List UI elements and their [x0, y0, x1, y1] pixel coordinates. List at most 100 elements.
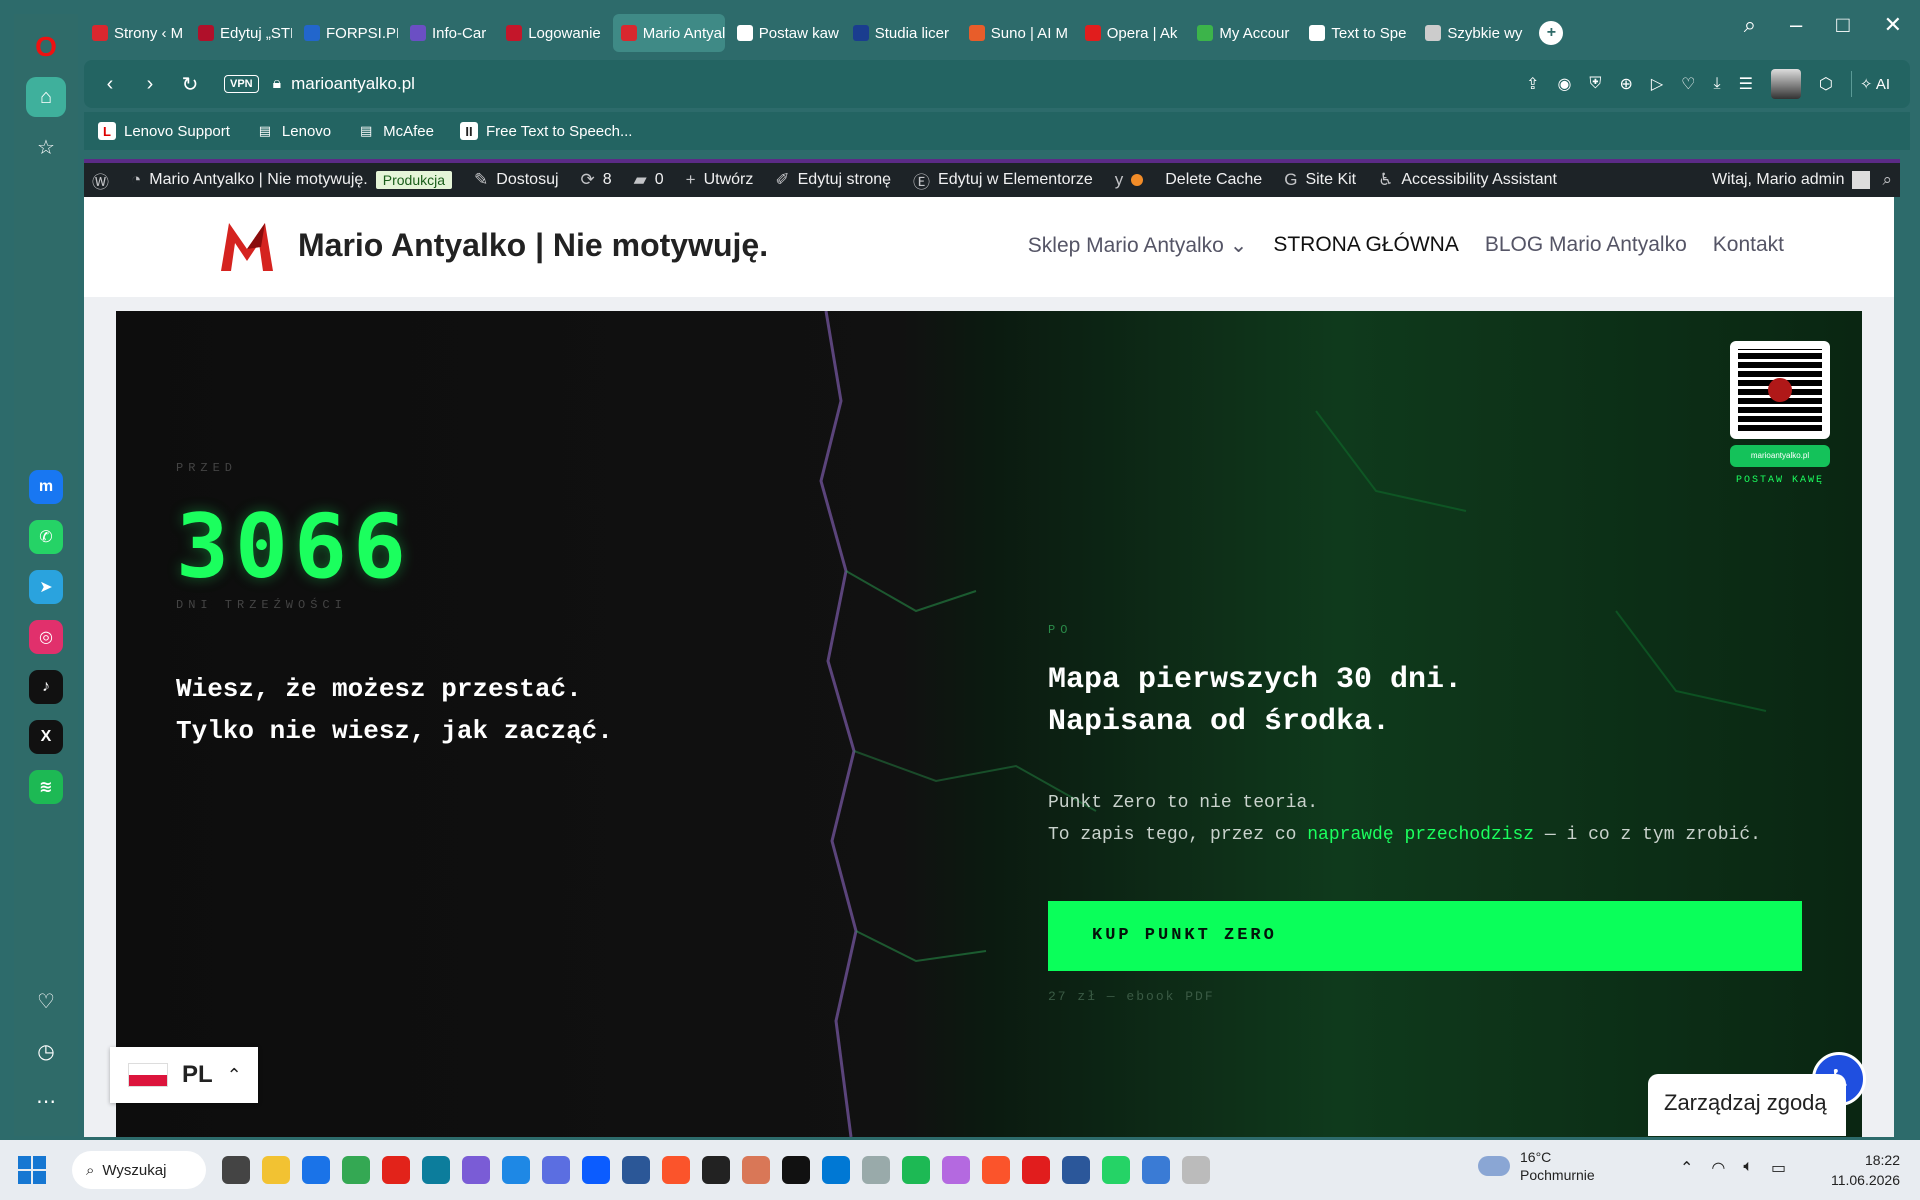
instagram-icon[interactable]: ◎	[29, 620, 63, 654]
menu-item-shop[interactable]: Sklep Mario Antyalko ⌄	[1028, 233, 1248, 258]
task-view-icon[interactable]	[222, 1156, 250, 1184]
back-button[interactable]: ‹	[96, 73, 124, 96]
settings-icon[interactable]: ☰	[1739, 74, 1753, 94]
player-icon[interactable]: ▷	[1651, 74, 1663, 94]
wp-new[interactable]: + Utwórz	[686, 170, 754, 190]
ai-button[interactable]: ✧ AI	[1850, 71, 1898, 97]
maximize-button[interactable]: □	[1836, 12, 1849, 38]
language-switcher[interactable]: PL ⌃	[110, 1047, 258, 1103]
app-icon[interactable]	[862, 1156, 890, 1184]
wp-customize[interactable]: ✎ Dostosuj	[474, 170, 559, 190]
translate-icon[interactable]: ⊕	[1619, 74, 1632, 94]
coffee-qr-widget[interactable]: marioantyalko.pl POSTAW KAWĘ	[1730, 341, 1830, 486]
opera-icon[interactable]	[1022, 1156, 1050, 1184]
telegram-icon[interactable]: ➤	[29, 570, 63, 604]
heart-icon[interactable]: ♡	[26, 981, 66, 1021]
brave-icon[interactable]	[982, 1156, 1010, 1184]
forward-button[interactable]: ›	[136, 73, 164, 96]
wifi-icon[interactable]: ◠	[1711, 1158, 1725, 1178]
browser-tab[interactable]: Mario Antyalko - Tr	[612, 14, 725, 52]
profile-avatar[interactable]	[1770, 69, 1801, 99]
weather-widget[interactable]: 16°C Pochmurnie	[1478, 1148, 1595, 1184]
minimize-button[interactable]: –	[1790, 12, 1802, 38]
tiktok-icon[interactable]: ♪	[29, 670, 63, 704]
zoom-icon[interactable]	[582, 1156, 610, 1184]
taskbar-search[interactable]: ⌕ Wyszukaj	[72, 1151, 206, 1189]
opera-logo-icon[interactable]: O	[26, 27, 66, 67]
file-explorer-icon[interactable]	[262, 1156, 290, 1184]
bookmark-item[interactable]: ▤ Lenovo	[256, 122, 331, 140]
search-tabs-icon[interactable]: ⌕	[1744, 12, 1756, 38]
wp-updates[interactable]: ⟳ 8	[581, 170, 612, 190]
bookmark-item[interactable]: II Free Text to Speech...	[460, 122, 632, 140]
wp-edit-page[interactable]: ✐ Edytuj stronę	[775, 170, 891, 190]
battery-icon[interactable]: ▭	[1771, 1158, 1786, 1178]
wp-comments[interactable]: ▰ 0	[634, 170, 664, 190]
spotify-icon[interactable]: ≋	[29, 770, 63, 804]
browser-tab[interactable]: Strony ‹ M	[84, 14, 186, 52]
browser-tab[interactable]: Opera | Ak	[1077, 14, 1186, 52]
manage-consent-button[interactable]: Zarządzaj zgodą	[1648, 1074, 1846, 1136]
edge-icon[interactable]	[422, 1156, 450, 1184]
new-tab-button[interactable]: +	[1539, 21, 1564, 45]
volume-icon[interactable]: 🔈︎	[1743, 1158, 1753, 1178]
vpn-badge[interactable]: VPN	[224, 75, 259, 93]
browser-tab[interactable]: Szybkie wy	[1417, 14, 1529, 52]
wp-delete-cache[interactable]: Delete Cache	[1165, 171, 1262, 189]
pinboard-icon[interactable]: ☆	[26, 127, 66, 167]
shield-icon[interactable]: ⛨	[1589, 75, 1601, 93]
x-twitter-icon[interactable]: X	[29, 720, 63, 754]
claude-icon[interactable]	[742, 1156, 770, 1184]
clock[interactable]: 18:22 11.06.2026	[1831, 1150, 1900, 1190]
buy-punkt-zero-button[interactable]: KUP PUNKT ZERO	[1048, 901, 1802, 971]
terminal-icon[interactable]	[782, 1156, 810, 1184]
chevron-up-icon[interactable]: ⌃	[1680, 1158, 1693, 1178]
chatgpt-icon[interactable]	[702, 1156, 730, 1184]
browser-tab[interactable]: Logowanie	[498, 14, 609, 52]
browser-tab[interactable]: Text to Spe	[1301, 14, 1413, 52]
browser-tab[interactable]: Studia licer	[845, 14, 957, 52]
wp-account[interactable]: Witaj, Mario admin	[1712, 171, 1871, 189]
wp-yoast[interactable]: y	[1115, 170, 1144, 190]
favorites-icon[interactable]: ♡	[1681, 74, 1695, 94]
messenger-icon[interactable]: m	[29, 470, 63, 504]
copilot-icon[interactable]	[502, 1156, 530, 1184]
spotify-icon[interactable]	[902, 1156, 930, 1184]
home-icon[interactable]: ⌂	[26, 77, 66, 117]
store-icon[interactable]	[622, 1156, 650, 1184]
site-logo[interactable]	[219, 219, 275, 273]
close-button[interactable]: ✕	[1884, 12, 1902, 38]
menu-item-home[interactable]: STRONA GŁÓWNA	[1273, 233, 1459, 258]
site-title[interactable]: Mario Antyalko | Nie motywuję.	[298, 227, 768, 264]
browser-tab[interactable]: Info-Car	[402, 14, 494, 52]
outlook-icon[interactable]	[302, 1156, 330, 1184]
app-icon[interactable]	[942, 1156, 970, 1184]
windows-start-icon[interactable]	[18, 1156, 46, 1184]
lenovo-icon[interactable]	[382, 1156, 410, 1184]
bookmark-item[interactable]: ▤ McAfee	[357, 122, 434, 140]
word-icon[interactable]	[1062, 1156, 1090, 1184]
wp-edit-elementor[interactable]: Ⓔ Edytuj w Elementorze	[913, 168, 1093, 193]
search-icon[interactable]: ⌕	[1882, 170, 1892, 190]
menu-item-contact[interactable]: Kontakt	[1713, 233, 1784, 258]
wp-accessibility[interactable]: ♿︎ Accessibility Assistant	[1378, 170, 1557, 190]
wordpress-logo-icon[interactable]: Ⓦ	[92, 168, 109, 193]
menu-item-blog[interactable]: BLOG Mario Antyalko	[1485, 233, 1687, 258]
wp-site-name[interactable]: ◔ Mario Antyalko | Nie motywuję. Produkcja	[131, 170, 453, 190]
app-icon[interactable]	[822, 1156, 850, 1184]
chrome-icon[interactable]	[342, 1156, 370, 1184]
share-icon[interactable]: ⇪	[1526, 74, 1539, 94]
brave-icon[interactable]	[662, 1156, 690, 1184]
browser-tab[interactable]: My Accour	[1189, 14, 1297, 52]
wp-site-kit[interactable]: G Site Kit	[1284, 170, 1356, 190]
history-icon[interactable]: ◷	[26, 1031, 66, 1071]
whatsapp-icon[interactable]: ✆	[29, 520, 63, 554]
reload-button[interactable]: ↻	[176, 72, 204, 97]
kaspersky-icon[interactable]	[462, 1156, 490, 1184]
browser-tab[interactable]: Postaw kaw	[729, 14, 841, 52]
browser-tab[interactable]: FORPSI.PL	[296, 14, 398, 52]
photos-icon[interactable]	[1142, 1156, 1170, 1184]
mail-icon[interactable]	[542, 1156, 570, 1184]
more-icon[interactable]: ⋯	[26, 1081, 66, 1121]
camera-icon[interactable]: ◉	[1557, 74, 1571, 94]
